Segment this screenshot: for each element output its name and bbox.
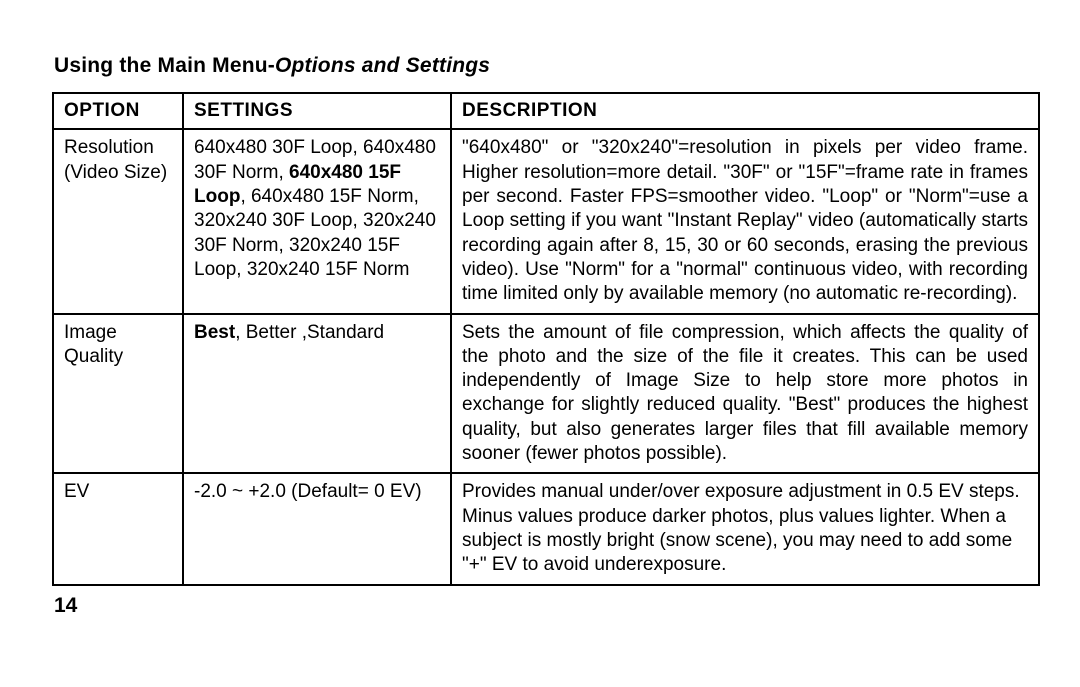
option-cell: Image Quality	[53, 314, 183, 474]
option-line: (Video Size)	[64, 162, 167, 183]
option-line: Quality	[64, 346, 123, 367]
manual-page: Using the Main Menu-Options and Settings…	[0, 0, 1080, 638]
settings-text: , Better ,Standard	[235, 322, 384, 343]
settings-default: Best	[194, 322, 235, 343]
option-cell: Resolution (Video Size)	[53, 129, 183, 313]
table-row: Image Quality Best, Better ,Standard Set…	[53, 314, 1039, 474]
table-row: EV -2.0 ~ +2.0 (Default= 0 EV) Provides …	[53, 473, 1039, 584]
heading-emphasis: Options and Settings	[275, 54, 490, 77]
table-header-row: OPTION SETTINGS DESCRIPTION	[53, 93, 1039, 129]
option-line: Image	[64, 322, 117, 343]
page-number: 14	[54, 594, 1036, 618]
options-table: OPTION SETTINGS DESCRIPTION Resolution (…	[52, 92, 1040, 586]
description-cell: Sets the amount of file compression, whi…	[451, 314, 1039, 474]
col-settings: SETTINGS	[183, 93, 451, 129]
description-cell: Provides manual under/over exposure adju…	[451, 473, 1039, 584]
option-line: Resolution	[64, 137, 154, 158]
page-heading: Using the Main Menu-Options and Settings	[54, 54, 1036, 78]
heading-prefix: Using the Main Menu-	[54, 54, 275, 77]
option-cell: EV	[53, 473, 183, 584]
description-cell: "640x480" or "320x240"=resolution in pix…	[451, 129, 1039, 313]
table-row: Resolution (Video Size) 640x480 30F Loop…	[53, 129, 1039, 313]
settings-cell: 640x480 30F Loop, 640x480 30F Norm, 640x…	[183, 129, 451, 313]
col-option: OPTION	[53, 93, 183, 129]
settings-cell: -2.0 ~ +2.0 (Default= 0 EV)	[183, 473, 451, 584]
col-description: DESCRIPTION	[451, 93, 1039, 129]
settings-cell: Best, Better ,Standard	[183, 314, 451, 474]
